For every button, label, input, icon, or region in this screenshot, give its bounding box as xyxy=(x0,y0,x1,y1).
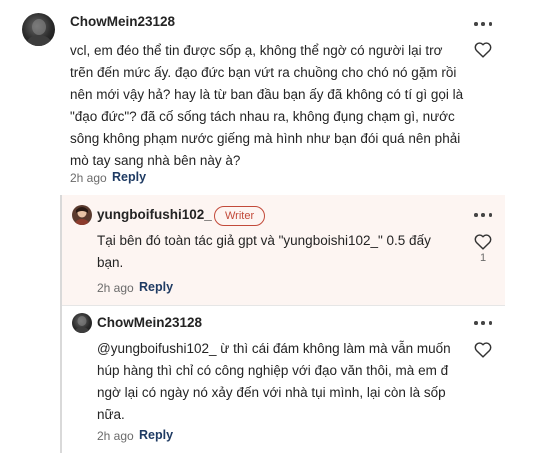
comment-timestamp: 2h ago xyxy=(70,171,107,185)
more-options-icon[interactable] xyxy=(474,212,492,218)
avatar[interactable] xyxy=(72,313,92,333)
reply-button[interactable]: Reply xyxy=(112,170,146,184)
avatar[interactable] xyxy=(72,205,92,225)
reply-timestamp: 2h ago xyxy=(97,281,134,295)
heart-icon[interactable] xyxy=(474,42,492,58)
comment-text: vcl, em đéo thể tin được sốp ạ, không th… xyxy=(70,43,464,168)
reply-username[interactable]: yungboifushi102_ xyxy=(97,207,212,222)
heart-icon[interactable] xyxy=(474,342,492,358)
reply-timestamp: 2h ago xyxy=(97,429,134,443)
comment-username[interactable]: ChowMein23128 xyxy=(70,14,175,29)
avatar[interactable] xyxy=(22,13,55,46)
reply-button[interactable]: Reply xyxy=(139,280,173,294)
like-count: 1 xyxy=(480,252,487,264)
thread-line xyxy=(60,195,62,453)
reply-text: Tại bên đó toàn tác giả gpt và "yungbois… xyxy=(97,233,431,270)
writer-badge: Writer xyxy=(214,206,266,226)
more-options-icon[interactable] xyxy=(474,320,492,326)
heart-icon[interactable] xyxy=(474,234,492,250)
reply-text: @yungboifushi102_ ừ thì cái đám không là… xyxy=(97,341,451,422)
reply-username[interactable]: ChowMein23128 xyxy=(97,315,202,330)
more-options-icon[interactable] xyxy=(474,21,492,27)
reply-button[interactable]: Reply xyxy=(139,428,173,442)
comments-panel: ChowMein23128 vcl, em đéo thể tin được s… xyxy=(0,0,550,453)
divider xyxy=(62,305,505,306)
